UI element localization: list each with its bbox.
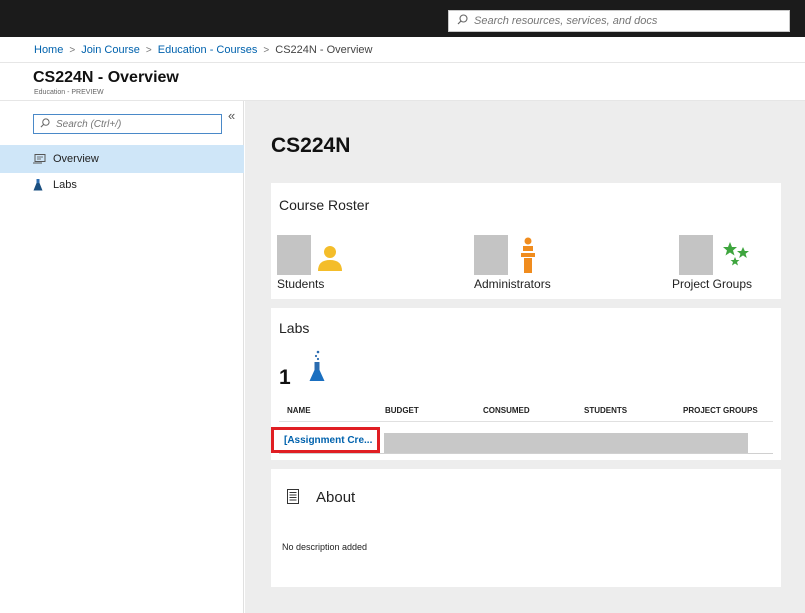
overview-icon (33, 154, 47, 164)
column-header-name[interactable]: NAME (287, 406, 311, 415)
administrators-tile[interactable]: Administrators (474, 235, 574, 291)
lab-row-placeholder (384, 433, 748, 454)
students-tile[interactable]: Students (277, 235, 357, 291)
tile-label: Students (277, 277, 325, 291)
breadcrumb-separator: > (145, 44, 152, 56)
sidebar-item-label: Labs (53, 179, 77, 191)
sidebar: « Overview Labs (0, 101, 244, 613)
global-search-box[interactable] (448, 10, 790, 32)
tile-placeholder (679, 235, 713, 275)
flask-icon (33, 179, 47, 191)
breadcrumb-divider (0, 62, 805, 63)
card-title: About (316, 489, 356, 506)
sidebar-item-labs[interactable]: Labs (0, 173, 244, 197)
card-title: Labs (279, 320, 310, 336)
sidebar-search-input[interactable] (56, 118, 216, 130)
lab-name-link[interactable]: [Assignment Cre... (271, 427, 380, 453)
top-bar (0, 0, 805, 37)
breadcrumb-separator: > (263, 44, 270, 56)
page-subtitle: Education - PREVIEW (34, 89, 104, 96)
card-title: Course Roster (279, 197, 370, 213)
search-icon (40, 115, 50, 133)
column-header-consumed[interactable]: CONSUMED (483, 406, 530, 415)
flask-icon (309, 350, 325, 387)
document-icon (287, 489, 299, 509)
breadcrumb-separator: > (69, 44, 76, 56)
presenter-icon (520, 237, 536, 280)
global-search-input[interactable] (474, 15, 774, 27)
search-icon (457, 12, 468, 30)
lab-count: 1 (279, 366, 291, 389)
stars-icon (723, 242, 751, 273)
collapse-sidebar-button[interactable]: « (228, 108, 235, 123)
main-content: CS224N Course Roster Students Administra… (245, 101, 805, 613)
column-header-budget[interactable]: BUDGET (385, 406, 419, 415)
breadcrumb-home[interactable]: Home (34, 44, 63, 56)
breadcrumb-current: CS224N - Overview (275, 44, 373, 56)
sidebar-search-box[interactable] (33, 114, 222, 134)
tile-placeholder (474, 235, 508, 275)
breadcrumb: Home > Join Course > Education - Courses… (34, 44, 372, 56)
sidebar-item-overview[interactable]: Overview (0, 145, 244, 173)
page-title: CS224N - Overview (33, 69, 179, 86)
column-header-project-groups[interactable]: PROJECT GROUPS (683, 406, 758, 415)
breadcrumb-education-courses[interactable]: Education - Courses (158, 44, 258, 56)
table-row-divider (279, 453, 773, 454)
tile-label: Administrators (474, 277, 551, 291)
project-groups-tile[interactable]: Project Groups (672, 235, 779, 291)
tile-placeholder (277, 235, 311, 275)
sidebar-item-label: Overview (53, 153, 99, 165)
person-icon (317, 245, 343, 276)
course-title: CS224N (271, 134, 351, 157)
table-header-divider (279, 421, 773, 422)
breadcrumb-join-course[interactable]: Join Course (81, 44, 140, 56)
labs-card: Labs 1 NAME BUDGET CONSUMED STUDENTS PRO… (271, 308, 781, 460)
about-card: About No description added (271, 469, 781, 587)
column-header-students[interactable]: STUDENTS (584, 406, 627, 415)
course-roster-card: Course Roster Students Administrators Pr… (271, 183, 781, 299)
about-description: No description added (282, 542, 368, 552)
tile-label: Project Groups (672, 277, 753, 291)
